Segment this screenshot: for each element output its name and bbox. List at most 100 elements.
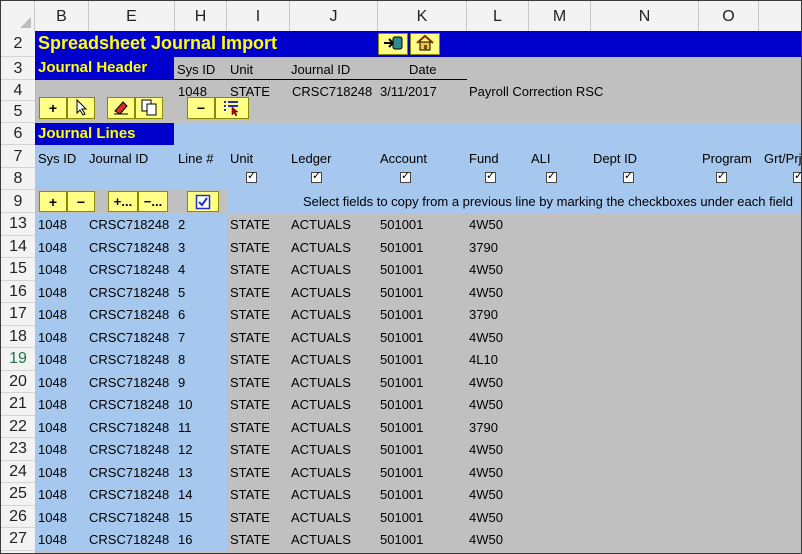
line-sys-id-cell[interactable]: 1048 — [38, 465, 67, 480]
list-select-button[interactable] — [215, 97, 249, 119]
row-header[interactable]: 14 — [1, 236, 35, 258]
copy-dept-id-checkbox[interactable] — [623, 169, 634, 183]
line-account-cell[interactable]: 501001 — [380, 330, 423, 345]
line-ledger-cell[interactable]: ACTUALS — [291, 262, 351, 277]
line-sys-id-cell[interactable]: 1048 — [38, 307, 67, 322]
line-number-cell[interactable]: 3 — [178, 240, 185, 255]
line-sys-id-cell[interactable]: 1048 — [38, 330, 67, 345]
row-header[interactable]: 19 — [1, 348, 35, 371]
line-account-cell[interactable]: 501001 — [380, 442, 423, 457]
row-header[interactable]: 4 — [1, 80, 35, 101]
header-date-value[interactable]: 3/11/2017 — [380, 84, 437, 99]
line-journal-id-cell[interactable]: CRSC718248 — [89, 510, 169, 525]
column-header-e[interactable]: E — [89, 1, 175, 31]
copy-account-checkbox[interactable] — [400, 169, 411, 183]
line-journal-id-cell[interactable]: CRSC718248 — [89, 532, 169, 547]
line-sys-id-cell[interactable]: 1048 — [38, 217, 67, 232]
line-ledger-cell[interactable]: ACTUALS — [291, 510, 351, 525]
line-sys-id-cell[interactable]: 1048 — [38, 262, 67, 277]
column-header-h[interactable]: H — [175, 1, 227, 31]
row-header[interactable]: 15 — [1, 258, 35, 281]
home-button[interactable] — [410, 33, 440, 55]
row-header[interactable]: 16 — [1, 281, 35, 303]
line-fund-cell[interactable]: 4W50 — [469, 442, 503, 457]
line-sys-id-cell[interactable]: 1048 — [38, 397, 67, 412]
column-header-l[interactable]: L — [467, 1, 529, 31]
copy-ali-checkbox[interactable] — [546, 169, 557, 183]
line-unit-cell[interactable]: STATE — [230, 375, 270, 390]
line-account-cell[interactable]: 501001 — [380, 465, 423, 480]
row-header[interactable]: 20 — [1, 371, 35, 393]
line-account-cell[interactable]: 501001 — [380, 285, 423, 300]
line-ledger-cell[interactable]: ACTUALS — [291, 240, 351, 255]
line-account-cell[interactable]: 501001 — [380, 375, 423, 390]
line-ledger-cell[interactable]: ACTUALS — [291, 352, 351, 367]
line-fund-cell[interactable]: 4W50 — [469, 532, 503, 547]
line-sys-id-cell[interactable]: 1048 — [38, 352, 67, 367]
line-journal-id-cell[interactable]: CRSC718248 — [89, 442, 169, 457]
line-number-cell[interactable]: 4 — [178, 262, 185, 277]
remove-header-button[interactable]: − — [187, 97, 215, 119]
line-fund-cell[interactable]: 3790 — [469, 420, 498, 435]
line-sys-id-cell[interactable]: 1048 — [38, 240, 67, 255]
copy-fields-toggle-button[interactable] — [187, 191, 219, 212]
line-number-cell[interactable]: 2 — [178, 217, 185, 232]
line-sys-id-cell[interactable]: 1048 — [38, 487, 67, 502]
import-button[interactable] — [378, 33, 408, 55]
add-header-button[interactable]: + — [39, 97, 67, 119]
row-header[interactable]: 23 — [1, 438, 35, 461]
line-ledger-cell[interactable]: ACTUALS — [291, 397, 351, 412]
line-number-cell[interactable]: 8 — [178, 352, 185, 367]
remove-line-button[interactable]: − — [67, 191, 95, 212]
row-header[interactable]: 9 — [1, 190, 35, 213]
line-unit-cell[interactable]: STATE — [230, 420, 270, 435]
line-ledger-cell[interactable]: ACTUALS — [291, 532, 351, 547]
row-header[interactable]: 8 — [1, 168, 35, 190]
line-fund-cell[interactable]: 4W50 — [469, 330, 503, 345]
line-unit-cell[interactable]: STATE — [230, 240, 270, 255]
line-sys-id-cell[interactable]: 1048 — [38, 285, 67, 300]
select-all-corner[interactable] — [1, 1, 35, 31]
row-header[interactable]: 22 — [1, 416, 35, 438]
row-header[interactable]: 26 — [1, 506, 35, 528]
line-number-cell[interactable]: 7 — [178, 330, 185, 345]
line-ledger-cell[interactable]: ACTUALS — [291, 375, 351, 390]
row-header[interactable]: 2 — [1, 31, 35, 57]
line-number-cell[interactable]: 13 — [178, 465, 192, 480]
line-ledger-cell[interactable]: ACTUALS — [291, 465, 351, 480]
line-ledger-cell[interactable]: ACTUALS — [291, 285, 351, 300]
clear-button[interactable] — [107, 97, 135, 119]
line-fund-cell[interactable]: 4W50 — [469, 465, 503, 480]
line-number-cell[interactable]: 5 — [178, 285, 185, 300]
select-pointer-button[interactable] — [67, 97, 95, 119]
row-header[interactable]: 3 — [1, 57, 35, 80]
line-unit-cell[interactable]: STATE — [230, 465, 270, 480]
line-unit-cell[interactable]: STATE — [230, 487, 270, 502]
line-number-cell[interactable]: 9 — [178, 375, 185, 390]
line-journal-id-cell[interactable]: CRSC718248 — [89, 487, 169, 502]
line-fund-cell[interactable]: 4W50 — [469, 397, 503, 412]
row-header[interactable]: 17 — [1, 303, 35, 326]
column-header-o[interactable]: O — [699, 1, 759, 31]
line-fund-cell[interactable]: 4W50 — [469, 262, 503, 277]
line-account-cell[interactable]: 501001 — [380, 510, 423, 525]
line-number-cell[interactable]: 6 — [178, 307, 185, 322]
line-account-cell[interactable]: 501001 — [380, 352, 423, 367]
line-journal-id-cell[interactable]: CRSC718248 — [89, 285, 169, 300]
line-unit-cell[interactable]: STATE — [230, 330, 270, 345]
column-header-k[interactable]: K — [378, 1, 467, 31]
column-header-j[interactable]: J — [290, 1, 378, 31]
line-unit-cell[interactable]: STATE — [230, 262, 270, 277]
copy-fund-checkbox[interactable] — [485, 169, 496, 183]
line-sys-id-cell[interactable]: 1048 — [38, 420, 67, 435]
line-fund-cell[interactable]: 4W50 — [469, 487, 503, 502]
row-header[interactable]: 27 — [1, 528, 35, 551]
line-account-cell[interactable]: 501001 — [380, 307, 423, 322]
line-number-cell[interactable]: 11 — [178, 420, 192, 435]
row-header[interactable]: 24 — [1, 461, 35, 483]
line-unit-cell[interactable]: STATE — [230, 532, 270, 547]
line-unit-cell[interactable]: STATE — [230, 397, 270, 412]
line-journal-id-cell[interactable]: CRSC718248 — [89, 217, 169, 232]
line-number-cell[interactable]: 16 — [178, 532, 192, 547]
line-unit-cell[interactable]: STATE — [230, 510, 270, 525]
